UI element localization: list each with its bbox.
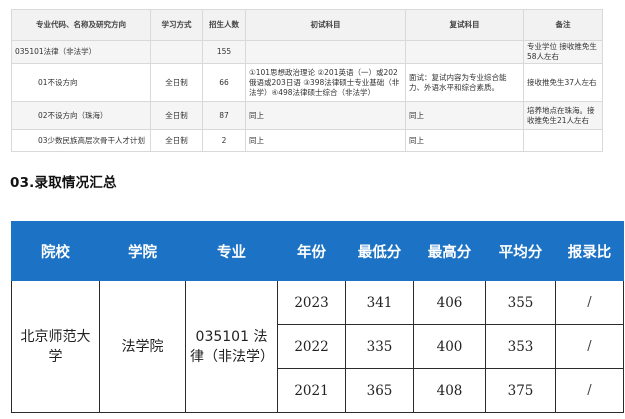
retest-subjects: 面试：复试内容为专业综合能力、外语水平和综合素质。	[405, 63, 524, 102]
header-school: 院校	[11, 221, 100, 281]
program-name: 035101法律（非法学）	[11, 40, 151, 64]
retest-subjects: 同上	[405, 129, 524, 152]
ratio-cell: /	[555, 368, 624, 413]
exam-subjects: 同上	[245, 101, 406, 130]
header-program: 专业代码、名称及研究方向	[11, 9, 151, 41]
study-mode: 全日制	[150, 101, 203, 130]
header-ratio: 报录比	[555, 221, 624, 281]
retest-subjects: 同上	[405, 101, 524, 130]
ratio-cell: /	[555, 280, 624, 325]
enroll-count: 87	[202, 101, 246, 130]
note: 接收推免生37人左右	[523, 63, 603, 102]
note: 专业学位 接收推免生58人左右	[523, 40, 603, 64]
enroll-count: 66	[202, 63, 246, 102]
exam-subjects	[245, 40, 406, 64]
study-mode: 全日制	[150, 63, 203, 102]
header-note: 备注	[523, 9, 603, 41]
avg-score-cell: 353	[485, 324, 556, 369]
header-college: 学院	[99, 221, 186, 281]
min-score-cell: 341	[345, 280, 414, 325]
program-name: 03少数民族高层次骨干人才计划	[11, 129, 151, 152]
enroll-count: 155	[202, 40, 246, 64]
year-cell: 2021	[277, 368, 346, 413]
max-score-cell: 406	[413, 280, 486, 325]
year-cell: 2022	[277, 324, 346, 369]
note: 培养地点在珠海。接收推免生21人左右	[523, 101, 603, 130]
school-cell: 北京师范大学	[11, 280, 100, 413]
retest-subjects	[405, 40, 524, 64]
program-table: 专业代码、名称及研究方向 学习方式 招生人数 初试科目 复试科目 备注 0351…	[11, 9, 603, 152]
college-cell: 法学院	[99, 280, 186, 413]
header-retest: 复试科目	[405, 9, 524, 41]
max-score-cell: 400	[413, 324, 486, 369]
header-major: 专业	[185, 221, 278, 281]
table-row: 北京师范大学 法学院 035101 法律（非法学） 2023 341 406 3…	[11, 280, 624, 413]
study-mode	[150, 40, 203, 64]
note	[523, 129, 603, 152]
major-cell: 035101 法律（非法学）	[185, 280, 278, 413]
header-count: 招生人数	[202, 9, 246, 41]
admission-table: 院校 学院 专业 年份 最低分 最高分 平均分 报录比 北京师范大学 法学院 0…	[11, 221, 624, 413]
program-table-header-row: 专业代码、名称及研究方向 学习方式 招生人数 初试科目 复试科目 备注	[11, 9, 603, 41]
min-score-cell: 335	[345, 324, 414, 369]
header-min-score: 最低分	[345, 221, 414, 281]
table-row: 02不设方向（珠海） 全日制 87 同上 同上 培养地点在珠海。接收推免生21人…	[11, 101, 603, 130]
program-name: 01不设方向	[11, 63, 151, 102]
max-score-cell: 408	[413, 368, 486, 413]
header-avg-score: 平均分	[485, 221, 556, 281]
study-mode: 全日制	[150, 129, 203, 152]
section-title: 03.录取情况汇总	[10, 175, 117, 191]
year-cell: 2023	[277, 280, 346, 325]
ratio-cell: /	[555, 324, 624, 369]
program-name: 02不设方向（珠海）	[11, 101, 151, 130]
avg-score-cell: 355	[485, 280, 556, 325]
header-max-score: 最高分	[413, 221, 486, 281]
header-exam: 初试科目	[245, 9, 406, 41]
admission-header-row: 院校 学院 专业 年份 最低分 最高分 平均分 报录比	[11, 221, 624, 281]
exam-subjects: ①101思想政治理论 ②201英语（一）或202俄语或203日语 ③398法律硕…	[245, 63, 406, 102]
table-row: 035101法律（非法学） 155 专业学位 接收推免生58人左右	[11, 40, 603, 64]
header-year: 年份	[277, 221, 346, 281]
table-row: 03少数民族高层次骨干人才计划 全日制 2 同上 同上	[11, 129, 603, 152]
header-mode: 学习方式	[150, 9, 203, 41]
enroll-count: 2	[202, 129, 246, 152]
min-score-cell: 365	[345, 368, 414, 413]
avg-score-cell: 375	[485, 368, 556, 413]
table-row: 01不设方向 全日制 66 ①101思想政治理论 ②201英语（一）或202俄语…	[11, 63, 603, 102]
exam-subjects: 同上	[245, 129, 406, 152]
